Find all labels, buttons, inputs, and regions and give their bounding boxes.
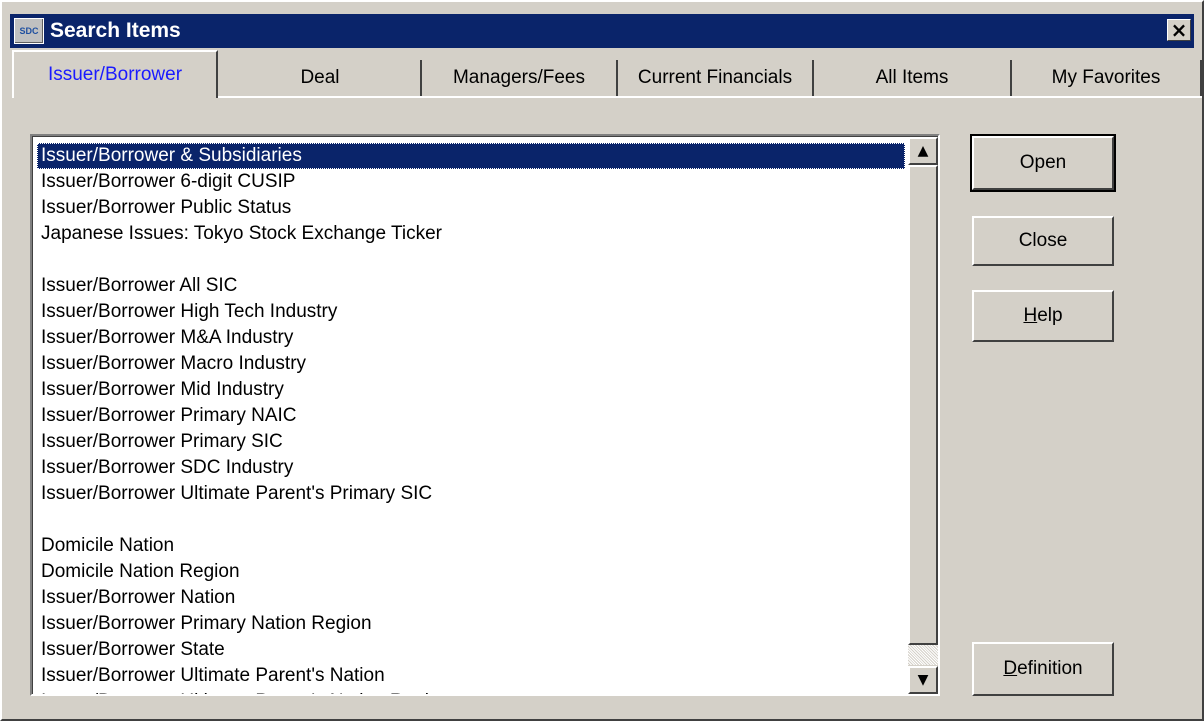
tab-my-favorites[interactable]: My Favorites: [1012, 60, 1202, 96]
list-item[interactable]: Issuer/Borrower Primary SIC: [37, 429, 905, 455]
list-item[interactable]: Issuer/Borrower Nation: [37, 585, 905, 611]
close-icon[interactable]: ×: [1167, 19, 1191, 41]
help-accelerator: H: [1023, 305, 1038, 326]
search-items-dialog: SDC Search Items × Issuer/Borrower Deal …: [0, 0, 1204, 721]
window-title: Search Items: [50, 19, 181, 42]
app-icon[interactable]: SDC: [14, 18, 44, 44]
scroll-down-arrow-icon[interactable]: ▼: [908, 666, 938, 694]
list-item[interactable]: Issuer/Borrower Primary Nation Region: [37, 611, 905, 637]
list-item[interactable]: Issuer/Borrower Primary NAIC: [37, 403, 905, 429]
close-button[interactable]: Close: [972, 216, 1114, 266]
list-item[interactable]: Japanese Issues: Tokyo Stock Exchange Ti…: [37, 221, 905, 247]
scrollbar-track[interactable]: [908, 645, 938, 665]
close-button-label: Close: [1018, 230, 1068, 251]
open-button-label: Open: [1019, 152, 1067, 173]
tab-managers-fees[interactable]: Managers/Fees: [422, 60, 618, 96]
tab-current-financials[interactable]: Current Financials: [618, 60, 814, 96]
list-item[interactable]: Issuer/Borrower 6-digit CUSIP: [37, 169, 905, 195]
definition-button[interactable]: Definition: [972, 642, 1114, 696]
list-item[interactable]: Issuer/Borrower State: [37, 637, 905, 663]
list-item[interactable]: Issuer/Borrower Ultimate Parent's Primar…: [37, 481, 905, 507]
definition-button-label: efinition: [1017, 658, 1083, 679]
list-item[interactable]: Issuer/Borrower Ultimate Parent's Nation…: [37, 689, 905, 694]
list-item[interactable]: Domicile Nation: [37, 533, 905, 559]
scroll-up-arrow-icon[interactable]: ▲: [908, 137, 938, 165]
title-bar[interactable]: SDC Search Items ×: [10, 14, 1194, 48]
definition-accelerator: D: [1003, 658, 1018, 679]
tab-deal[interactable]: Deal: [220, 60, 422, 96]
help-button-label: elp: [1037, 305, 1063, 326]
list-item[interactable]: Issuer/Borrower Mid Industry: [37, 377, 905, 403]
list-item[interactable]: Issuer/Borrower & Subsidiaries: [37, 143, 905, 169]
open-button[interactable]: Open: [970, 134, 1116, 192]
list-item[interactable]: Issuer/Borrower SDC Industry: [37, 455, 905, 481]
tab-issuer-borrower[interactable]: Issuer/Borrower: [12, 50, 218, 98]
search-items-listbox[interactable]: Issuer/Borrower & Subsidiaries Issuer/Bor…: [30, 134, 940, 696]
list-item[interactable]: Issuer/Borrower Macro Industry: [37, 351, 905, 377]
list-item[interactable]: Issuer/Borrower High Tech Industry: [37, 299, 905, 325]
tab-all-items[interactable]: All Items: [814, 60, 1012, 96]
tab-strip: Issuer/Borrower Deal Managers/Fees Curre…: [12, 50, 1204, 98]
list-item[interactable]: Issuer/Borrower Public Status: [37, 195, 905, 221]
vertical-scrollbar[interactable]: ▲ ▼: [908, 137, 938, 694]
list-item[interactable]: Issuer/Borrower Ultimate Parent's Nation: [37, 663, 905, 689]
list-item[interactable]: Domicile Nation Region: [37, 559, 905, 585]
help-button[interactable]: Help: [972, 290, 1114, 342]
list-item[interactable]: Issuer/Borrower M&A Industry: [37, 325, 905, 351]
list-item[interactable]: Issuer/Borrower All SIC: [37, 273, 905, 299]
list-items: Issuer/Borrower & Subsidiaries Issuer/Bor…: [37, 143, 905, 694]
scrollbar-thumb[interactable]: [908, 165, 938, 645]
